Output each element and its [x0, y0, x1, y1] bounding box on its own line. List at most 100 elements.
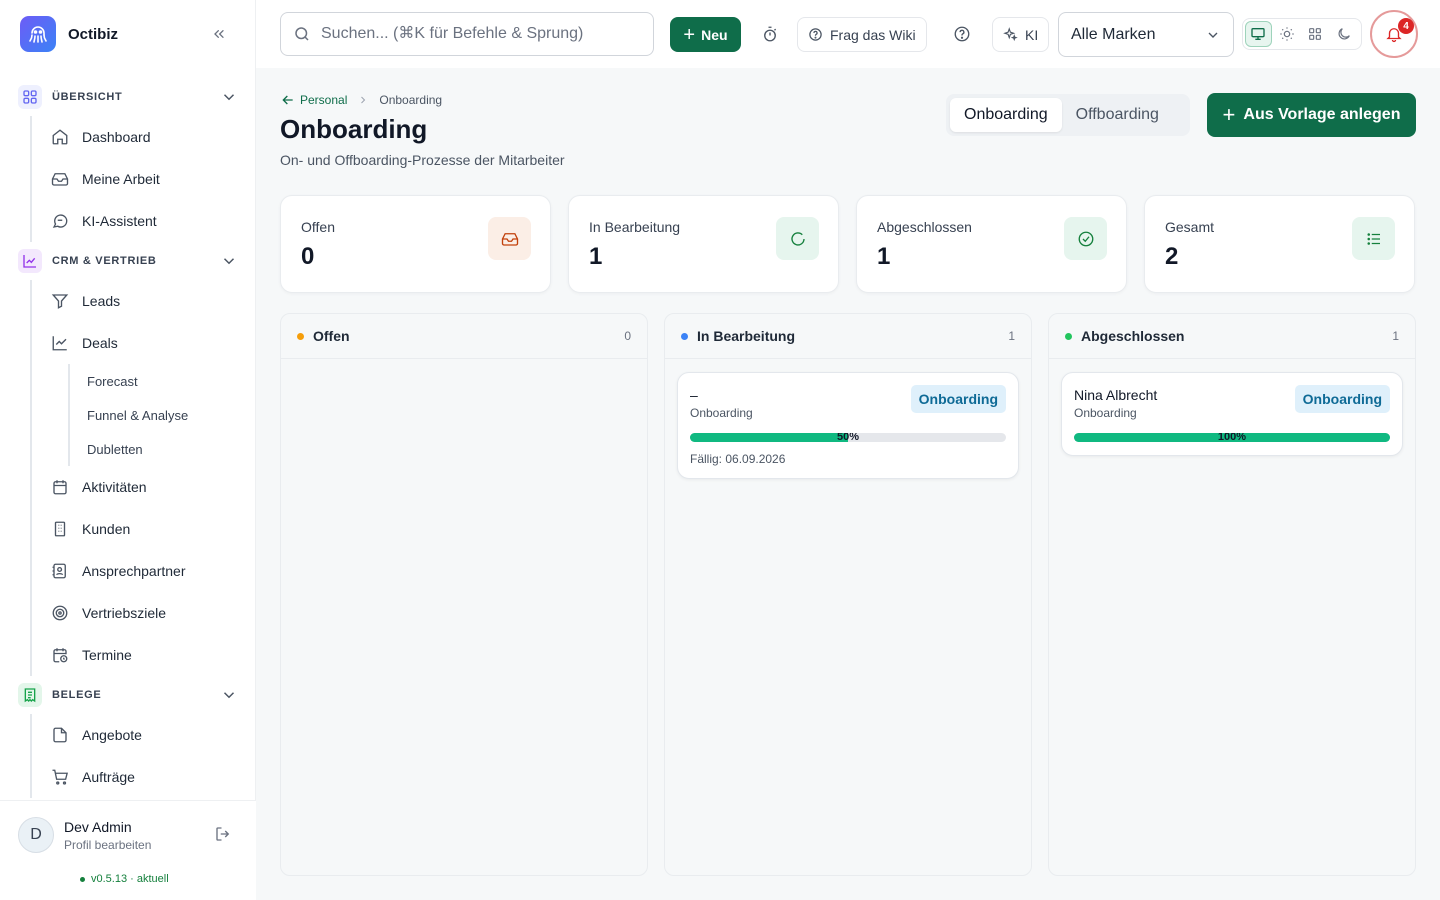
- sidebar-subitem-forecast[interactable]: Forecast: [70, 364, 256, 398]
- sidebar-item-label: Ansprechpartner: [82, 563, 186, 579]
- avatar[interactable]: D: [18, 817, 54, 853]
- logout-button[interactable]: [214, 825, 234, 845]
- ask-wiki-button[interactable]: Frag das Wiki: [797, 17, 927, 52]
- moon-icon: [1338, 28, 1350, 40]
- sidebar-item-deals[interactable]: Deals: [32, 322, 256, 364]
- theme-layout-button[interactable]: [1302, 21, 1328, 47]
- app-name: Octibiz: [68, 25, 119, 43]
- sidebar-item-leads[interactable]: Leads: [32, 280, 256, 322]
- sidebar-item-label: KI-Assistent: [82, 213, 157, 229]
- calendar-clock-icon: [50, 645, 70, 665]
- shopping-cart-icon: [50, 767, 70, 787]
- breadcrumb-link-personal[interactable]: Personal: [280, 92, 347, 108]
- notification-badge: 4: [1398, 18, 1414, 34]
- grid-icon: [18, 85, 42, 109]
- sidebar-item-aktivitaeten[interactable]: Aktivitäten: [32, 466, 256, 508]
- sidebar-subitem-dubletten[interactable]: Dubletten: [70, 432, 256, 466]
- breadcrumb-parent-label: Personal: [300, 93, 348, 107]
- card-process-type: Onboarding: [1074, 406, 1137, 420]
- theme-system-button[interactable]: [1245, 21, 1272, 47]
- brand-select[interactable]: Alle Marken: [1058, 12, 1234, 57]
- process-card[interactable]: Nina Albrecht Onboarding Onboarding 100%: [1061, 372, 1403, 456]
- create-from-template-button[interactable]: + Aus Vorlage anlegen: [1207, 93, 1416, 137]
- inbox-icon: [488, 217, 531, 260]
- theme-dark-button[interactable]: [1331, 21, 1357, 47]
- section-crm-vertrieb[interactable]: CRM & VERTRIEB: [0, 242, 256, 280]
- stat-label: Gesamt: [1165, 219, 1215, 235]
- timer-button[interactable]: [756, 20, 784, 48]
- chevron-down-icon: [220, 686, 238, 709]
- chevron-down-icon: [220, 252, 238, 275]
- sidebar-item-dashboard[interactable]: Dashboard: [32, 116, 256, 158]
- page-title: Onboarding: [280, 114, 428, 144]
- new-button-label: Neu: [701, 26, 728, 43]
- search-input[interactable]: [321, 25, 641, 43]
- sidebar-item-label: Kunden: [82, 521, 131, 537]
- tab-offboarding[interactable]: Offboarding: [1062, 98, 1173, 132]
- building-icon: [50, 519, 70, 539]
- sidebar-item-label: Aktivitäten: [82, 479, 147, 495]
- home-icon: [50, 127, 70, 147]
- chevron-right-icon: [357, 94, 369, 106]
- process-tabs: Onboarding Offboarding: [946, 94, 1190, 136]
- sidebar-item-label: Aufträge: [82, 769, 135, 785]
- kanban-column-offen: Offen 0: [280, 313, 648, 876]
- status-badge: Onboarding: [1294, 385, 1390, 413]
- deals-subitems: Forecast Funnel & Analyse Dubletten: [68, 364, 256, 466]
- user-name: Dev Admin: [64, 819, 132, 835]
- column-count: 0: [624, 329, 631, 343]
- chevrons-left-icon: [214, 29, 224, 38]
- sidebar-item-ansprechpartner[interactable]: Ansprechpartner: [32, 550, 256, 592]
- version-info: v0.5.13 · aktuell: [80, 873, 169, 885]
- card-employee-name: Nina Albrecht: [1074, 387, 1158, 403]
- theme-light-button[interactable]: [1274, 21, 1300, 47]
- stat-card-in-bearbeitung: In Bearbeitung 1: [568, 195, 839, 293]
- sidebar-item-meine-arbeit[interactable]: Meine Arbeit: [32, 158, 256, 200]
- sidebar-item-label: Dashboard: [82, 129, 151, 145]
- search-box[interactable]: [280, 12, 654, 56]
- sidebar-item-auftraege[interactable]: Aufträge: [32, 756, 256, 798]
- stat-card-abgeschlossen: Abgeschlossen 1: [856, 195, 1127, 293]
- notifications-button[interactable]: 4: [1370, 10, 1418, 58]
- section-uebersicht[interactable]: ÜBERSICHT: [0, 78, 256, 116]
- column-header: Abgeschlossen 1: [1049, 314, 1415, 359]
- tab-onboarding[interactable]: Onboarding: [950, 98, 1062, 132]
- new-button[interactable]: + Neu: [670, 17, 741, 52]
- sidebar-item-ki-assistent[interactable]: KI-Assistent: [32, 200, 256, 242]
- topbar: + Neu Frag das Wiki KI Alle Marken 4: [256, 0, 1440, 68]
- sidebar-item-kunden[interactable]: Kunden: [32, 508, 256, 550]
- stat-label: In Bearbeitung: [589, 219, 681, 235]
- sidebar-item-termine[interactable]: Termine: [32, 634, 256, 676]
- sidebar-item-vertriebsziele[interactable]: Vertriebsziele: [32, 592, 256, 634]
- help-button[interactable]: [948, 20, 976, 48]
- edit-profile-link[interactable]: Profil bearbeiten: [64, 838, 151, 852]
- calendar-icon: [50, 477, 70, 497]
- file-icon: [50, 725, 70, 745]
- ai-button[interactable]: KI: [992, 17, 1050, 52]
- plus-icon: +: [1222, 102, 1236, 127]
- stat-label: Offen: [301, 219, 335, 235]
- brand-select-value: Alle Marken: [1071, 25, 1156, 43]
- chart-line-icon: [18, 249, 42, 273]
- progress-label: 50%: [836, 433, 860, 442]
- user-box: D Dev Admin Profil bearbeiten v0.5.13 · …: [0, 800, 256, 900]
- sidebar-item-label: Angebote: [82, 727, 142, 743]
- collapse-sidebar-button[interactable]: [208, 24, 230, 44]
- sidebar-item-label: Vertriebsziele: [82, 605, 167, 621]
- section-label: BELEGE: [52, 689, 102, 701]
- stat-value: 1: [877, 243, 891, 270]
- card-employee-name: –: [690, 387, 698, 403]
- card-due-date: Fällig: 06.09.2026: [690, 452, 786, 466]
- sidebar-item-angebote[interactable]: Angebote: [32, 714, 256, 756]
- stopwatch-icon: [764, 26, 777, 42]
- section-label: CRM & VERTRIEB: [52, 255, 157, 267]
- status-badge: Onboarding: [910, 385, 1006, 413]
- process-card[interactable]: – Onboarding Onboarding 50% Fällig: 06.0…: [677, 372, 1019, 479]
- brand[interactable]: Octibiz: [20, 16, 118, 52]
- create-from-template-label: Aus Vorlage anlegen: [1243, 106, 1401, 123]
- sidebar-subitem-funnel-analyse[interactable]: Funnel & Analyse: [70, 398, 256, 432]
- column-title: Abgeschlossen: [1081, 328, 1185, 344]
- help-circle-icon: [954, 26, 970, 42]
- sidebar: Octibiz ÜBERSICHT Dashboard Meine Arbeit: [0, 0, 256, 900]
- section-belege[interactable]: BELEGE: [0, 676, 256, 714]
